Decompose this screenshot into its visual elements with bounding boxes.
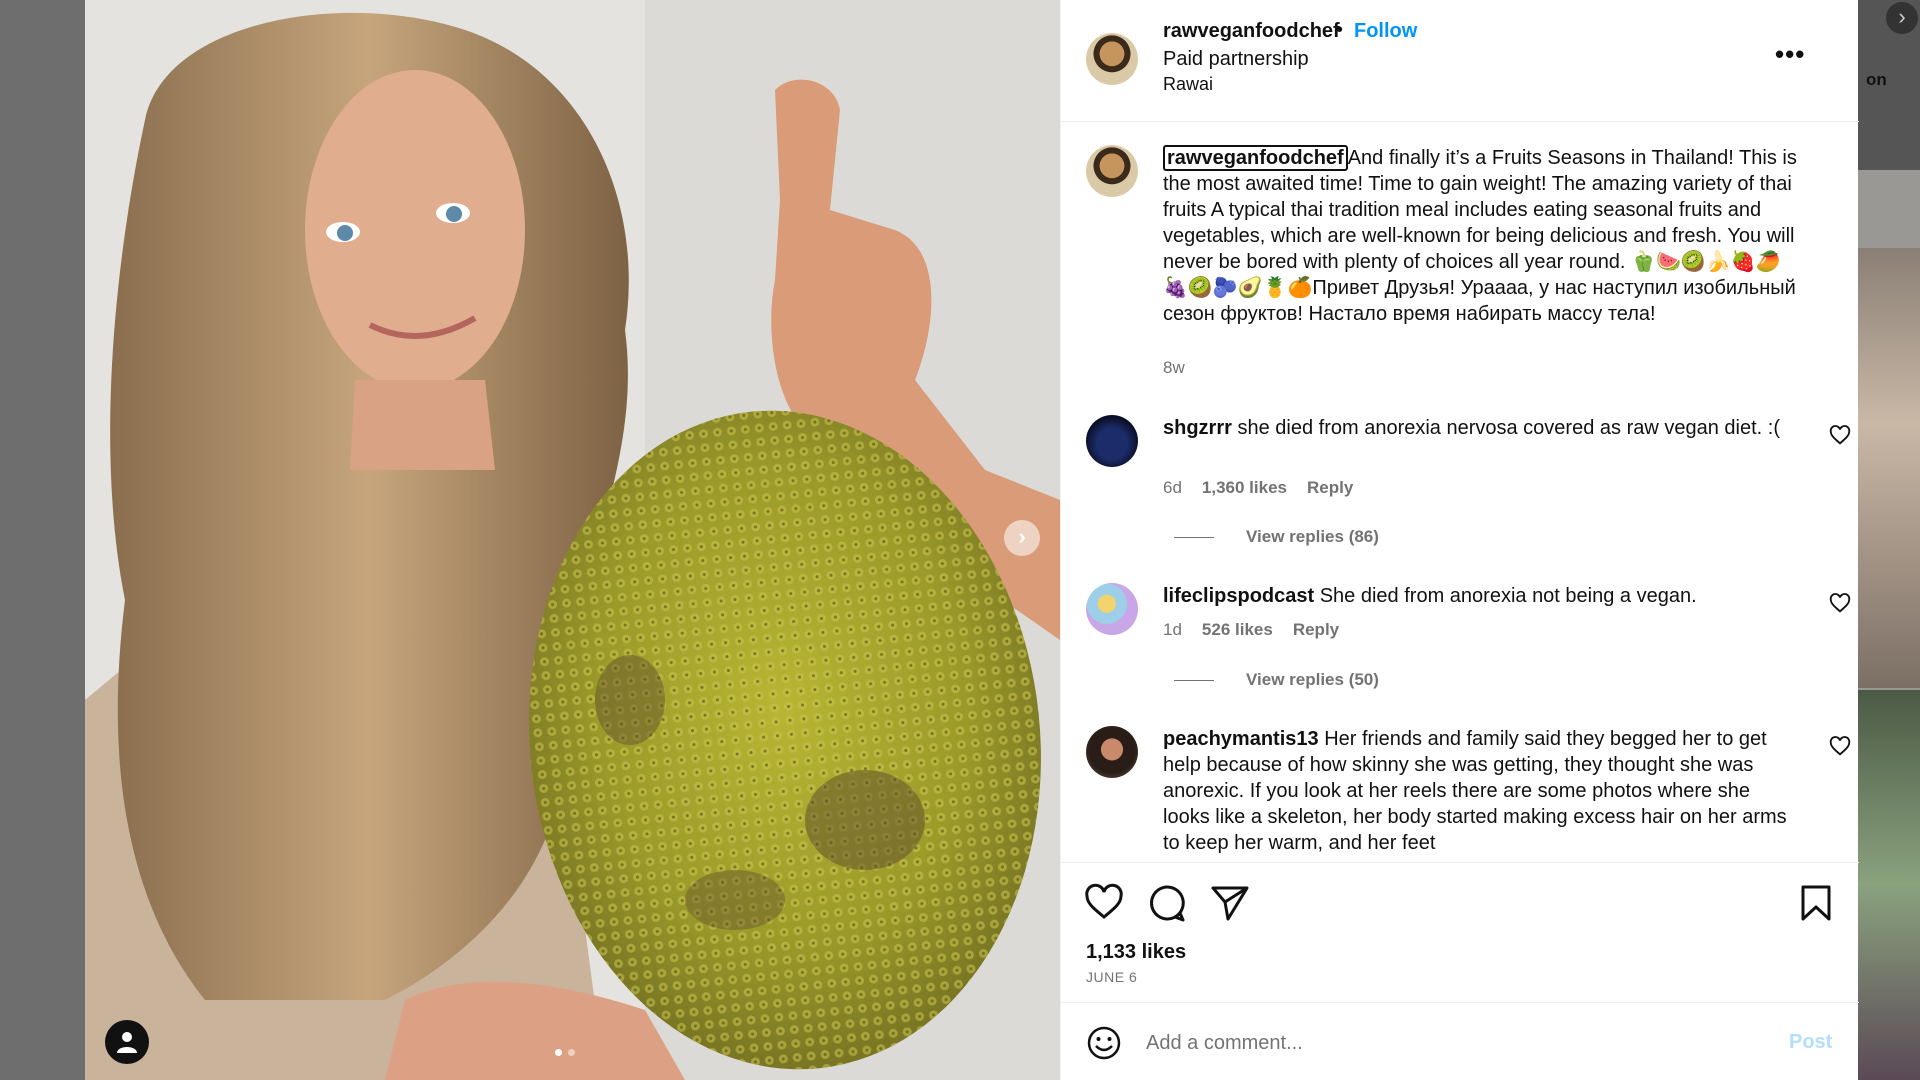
like-comment-heart-icon[interactable] [1829,425,1851,447]
background-text: on [1866,70,1887,89]
view-replies-button[interactable]: View replies (50) [1174,670,1379,690]
comment-text: peachymantis13 Her friends and family sa… [1163,726,1788,856]
more-options-icon[interactable]: ••• [1775,41,1805,67]
comment-likes[interactable]: 1,360 likes [1202,478,1287,498]
comment-username[interactable]: lifeclipspodcast [1163,585,1314,607]
post-image[interactable]: › [85,0,1060,1080]
location-link[interactable]: Rawai [1163,74,1213,95]
post-comment-button[interactable]: Post [1789,1031,1832,1054]
like-comment-heart-icon[interactable] [1829,593,1851,615]
tagged-user-button[interactable] [105,1020,149,1064]
view-replies-label: View replies (86) [1246,527,1379,546]
photo-illustration [85,0,1060,1080]
post-header: rawveganfoodchef • Follow Paid partnersh… [1061,0,1859,122]
emoji-icon[interactable] [1086,1025,1122,1061]
background-feed-strip: › on [1858,0,1920,1080]
post-date[interactable]: JUNE 6 [1086,969,1137,985]
post-likes-count[interactable]: 1,133 likes [1086,941,1186,964]
comment-avatar[interactable] [1086,415,1138,467]
caption-age[interactable]: 8w [1163,358,1185,378]
comment-bubble-icon[interactable] [1147,883,1187,923]
close-icon[interactable]: › [1886,2,1918,34]
comment-text: shgzrrr she died from anorexia nervosa c… [1163,415,1783,441]
share-send-icon[interactable] [1210,883,1250,923]
comment-username[interactable]: peachymantis13 [1163,728,1319,750]
comment-likes[interactable]: 526 likes [1202,620,1273,640]
separator-dot: • [1336,19,1344,41]
next-slide-button[interactable]: › [1004,520,1040,556]
slide-dot [568,1049,575,1056]
like-heart-icon[interactable] [1084,883,1124,923]
post-actions: 1,133 likes JUNE 6 [1061,862,1859,1002]
author-avatar[interactable] [1086,33,1138,85]
comment-meta: 1d 526 likes Reply [1163,620,1339,640]
slide-indicator [555,1049,575,1056]
author-username[interactable]: rawveganfoodchef [1163,20,1340,43]
post-modal: › rawveganfoodchef • Follow Paid partner… [85,0,1859,1080]
comment-input[interactable] [1146,1025,1746,1061]
comment-age[interactable]: 6d [1163,478,1182,498]
comment-avatar[interactable] [1086,726,1138,778]
caption-avatar[interactable] [1086,145,1138,197]
comment-body: She died from anorexia not being a vegan… [1319,585,1697,607]
save-bookmark-icon[interactable] [1796,883,1836,923]
caption-text: rawveganfoodchef And finally it’s a Fruit… [1163,145,1803,327]
post-sidebar: rawveganfoodchef • Follow Paid partnersh… [1060,0,1859,1080]
reply-button[interactable]: Reply [1293,620,1339,640]
comment-body: she died from anorexia nervosa covered a… [1237,417,1780,439]
reply-button[interactable]: Reply [1307,478,1353,498]
add-comment-bar: Post [1061,1002,1859,1080]
follow-button[interactable]: Follow [1354,20,1417,43]
comment-text: lifeclipspodcast She died from anorexia … [1163,583,1803,609]
comment-username[interactable]: shgzrrr [1163,417,1232,439]
caption-body: And finally it’s a Fruits Seasons in Tha… [1163,147,1797,325]
slide-dot [555,1049,562,1056]
comment-avatar[interactable] [1086,583,1138,635]
caption-username[interactable]: rawveganfoodchef [1163,145,1348,171]
view-replies-label: View replies (50) [1246,670,1379,689]
comment-meta: 6d 1,360 likes Reply [1163,478,1353,498]
comments-list[interactable]: rawveganfoodchef And finally it’s a Fruit… [1061,122,1859,862]
paid-partnership-label[interactable]: Paid partnership [1163,48,1309,71]
view-replies-button[interactable]: View replies (86) [1174,527,1379,547]
comment-age[interactable]: 1d [1163,620,1182,640]
like-comment-heart-icon[interactable] [1829,736,1851,758]
user-icon [117,1032,137,1053]
caption-meta: 8w [1163,358,1185,378]
